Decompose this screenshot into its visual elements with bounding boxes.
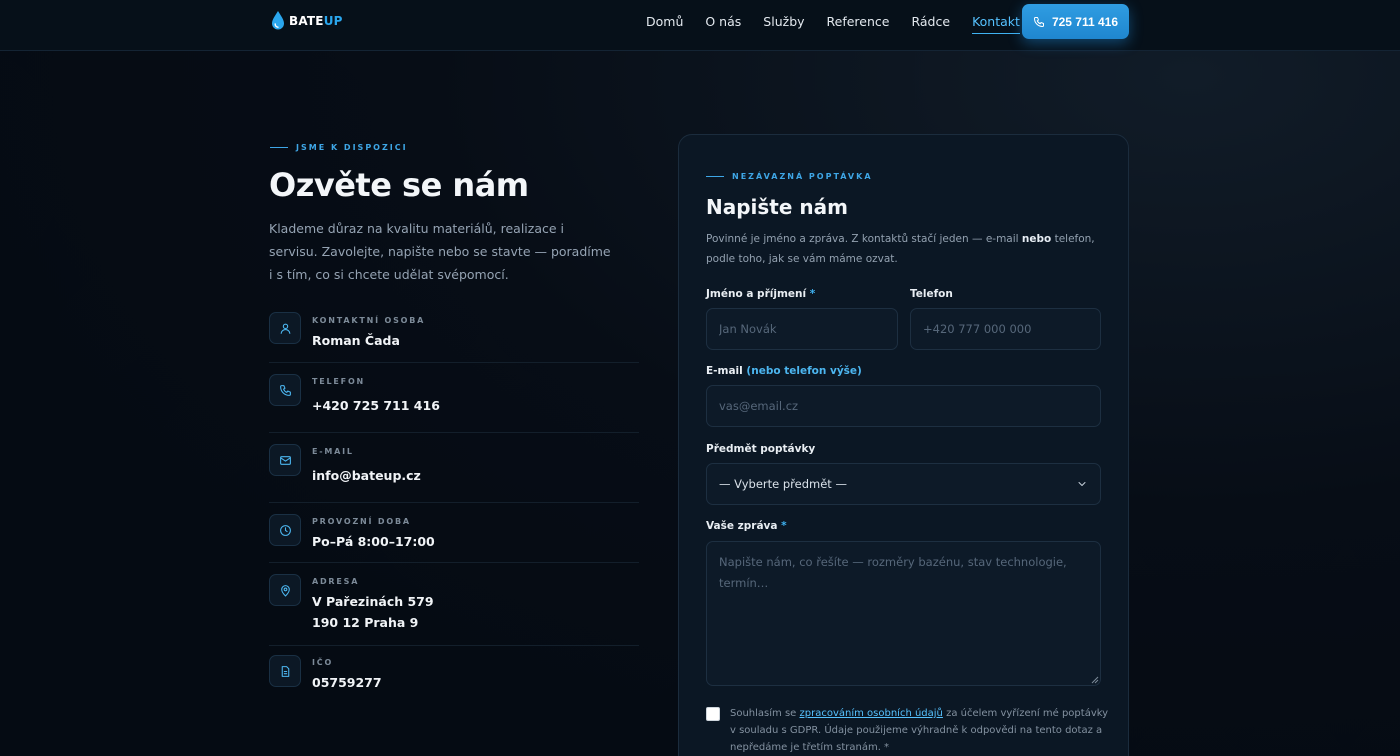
water-drop-icon — [272, 11, 284, 30]
lead-text: Klademe důraz na kvalitu materiálů, real… — [269, 221, 611, 282]
consent-text: Souhlasím se zpracováním osobních údajů … — [730, 705, 1115, 756]
form-desc-part1: Povinné je jméno a zpráva. Z kontaktů st… — [706, 233, 1022, 245]
main-nav: Domů O nás Služby Reference Rádce Kontak… — [646, 14, 1042, 34]
message-label-text: Vaše zpráva — [706, 520, 778, 532]
logo-text-up: UP — [323, 14, 343, 28]
eyebrow-line — [706, 176, 724, 177]
phone-icon — [269, 374, 301, 406]
form-eyebrow: NEZÁVAZNÁ POPTÁVKA — [706, 172, 873, 181]
divider — [269, 362, 639, 363]
nav-item-sluzby[interactable]: Služby — [763, 14, 804, 34]
logo[interactable]: BATEUP — [270, 10, 343, 32]
contact-label: E-MAIL — [312, 447, 354, 456]
form-description: Povinné je jméno a zpráva. Z kontaktů st… — [706, 229, 1106, 269]
site-header: BATEUP Domů O nás Služby Reference Rádce… — [0, 0, 1400, 51]
email-label-text: E-mail — [706, 365, 743, 377]
phone-label: Telefon — [910, 288, 953, 300]
subject-label: Předmět poptávky — [706, 443, 816, 455]
call-button-label: 725 711 416 — [1051, 14, 1119, 29]
left-eyebrow: JSME K DISPOZICI — [270, 143, 408, 152]
email-label: E-mail (nebo telefon výše) — [706, 365, 862, 377]
clock-icon — [269, 514, 301, 546]
nav-item-kontakt[interactable]: Kontakt — [972, 14, 1020, 34]
required-mark: * — [809, 288, 816, 300]
contact-label: IČO — [312, 658, 334, 667]
contact-value: Po–Pá 8:00–17:00 — [312, 534, 435, 549]
form-title: Napište nám — [706, 195, 848, 219]
contact-value: 05759277 — [312, 675, 382, 690]
message-textarea[interactable] — [706, 541, 1101, 686]
nav-item-domu[interactable]: Domů — [646, 14, 683, 34]
divider — [269, 502, 639, 503]
contact-value[interactable]: +420 725 711 416 — [312, 395, 440, 416]
contact-value[interactable]: info@bateup.cz — [312, 465, 421, 486]
form-eyebrow-text: NEZÁVAZNÁ POPTÁVKA — [732, 172, 873, 181]
contact-label: PROVOZNÍ DOBA — [312, 517, 411, 526]
user-icon — [269, 312, 301, 344]
resize-handle-icon[interactable] — [1091, 676, 1099, 684]
logo-text-bate: BATE — [289, 14, 324, 28]
inquiry-form-card: NEZÁVAZNÁ POPTÁVKA Napište nám Povinné j… — [678, 134, 1129, 756]
subject-select[interactable]: — Vyberte předmět — — [706, 463, 1101, 505]
consent-text-before: Souhlasím se — [730, 708, 800, 719]
map-pin-icon — [269, 574, 301, 606]
divider — [269, 432, 639, 433]
name-label-text: Jméno a příjmení — [706, 288, 807, 300]
contact-value-line2: 190 12 Praha 9 — [312, 615, 419, 630]
phone-icon — [1033, 16, 1044, 27]
email-input[interactable] — [706, 385, 1101, 427]
divider — [269, 645, 639, 646]
contact-value-line1: V Pařezinách 579 — [312, 594, 434, 609]
chevron-down-icon — [1078, 482, 1086, 486]
nav-item-radce[interactable]: Rádce — [911, 14, 950, 34]
page-title: Ozvěte se nám — [269, 166, 529, 204]
eyebrow-line — [270, 147, 288, 148]
contact-label: ADRESA — [312, 577, 360, 586]
consent-checkbox[interactable] — [706, 707, 720, 721]
call-button[interactable]: 725 711 416 — [1022, 4, 1129, 39]
privacy-policy-link[interactable]: zpracováním osobních údajů — [800, 708, 943, 719]
contact-value: Roman Čada — [312, 333, 400, 348]
form-desc-bold: nebo — [1021, 233, 1052, 245]
left-eyebrow-text: JSME K DISPOZICI — [296, 143, 408, 152]
nav-item-reference[interactable]: Reference — [827, 14, 890, 34]
subject-selected-value: — Vyberte předmět — — [719, 477, 847, 491]
divider — [269, 562, 639, 563]
nav-item-o-nas[interactable]: O nás — [705, 14, 741, 34]
phone-input[interactable] — [910, 308, 1101, 350]
contact-label: TELEFON — [312, 377, 366, 386]
contact-label: KONTAKTNÍ OSOBA — [312, 316, 426, 325]
email-hint: (nebo telefon výše) — [746, 365, 862, 377]
name-input[interactable] — [706, 308, 898, 350]
name-label: Jméno a příjmení * — [706, 288, 815, 300]
message-label: Vaše zpráva * — [706, 520, 787, 532]
required-mark: * — [781, 520, 787, 532]
mail-icon — [269, 444, 301, 476]
document-icon — [269, 655, 301, 687]
